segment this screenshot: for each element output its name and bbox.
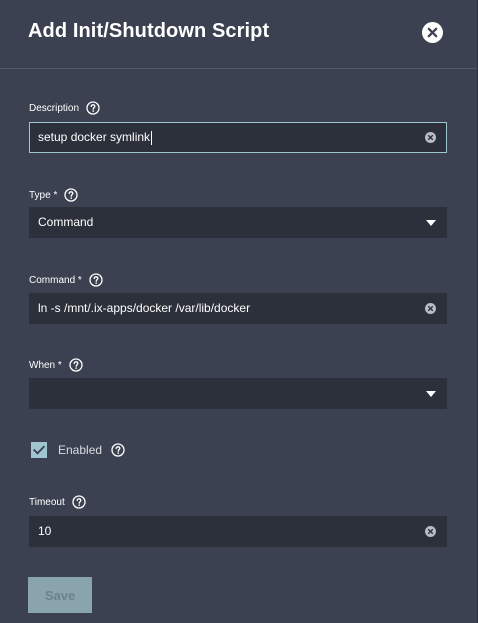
when-label-row: When * (29, 357, 83, 373)
clear-icon[interactable] (425, 303, 436, 314)
save-button[interactable]: Save (28, 577, 92, 613)
when-label: When * (29, 359, 62, 371)
chevron-down-icon (426, 220, 436, 226)
clear-icon[interactable] (425, 526, 436, 537)
type-label: Type * (29, 189, 58, 201)
type-label-row: Type * (29, 187, 79, 203)
description-label: Description (29, 102, 80, 114)
description-input[interactable]: setup docker symlink (29, 122, 447, 153)
enabled-checkbox[interactable] (31, 442, 47, 458)
dialog-header: Add Init/Shutdown Script (0, 0, 477, 69)
check-icon (33, 445, 46, 455)
timeout-input[interactable]: 10 (29, 516, 447, 547)
timeout-value: 10 (38, 524, 52, 538)
help-icon[interactable] (111, 443, 125, 457)
chevron-down-icon (426, 391, 436, 397)
enabled-label-row: Enabled (58, 442, 125, 458)
type-select[interactable]: Command (29, 207, 447, 238)
help-icon[interactable] (86, 101, 100, 115)
description-value: setup docker symlink (38, 130, 151, 144)
when-select[interactable] (29, 378, 447, 409)
timeout-label-row: Timeout (29, 494, 86, 510)
command-label-row: Command * (29, 272, 103, 288)
timeout-label: Timeout (29, 496, 65, 508)
enabled-label[interactable]: Enabled (58, 443, 102, 457)
clear-icon[interactable] (425, 132, 436, 143)
type-value: Command (38, 215, 94, 229)
help-icon[interactable] (72, 495, 86, 509)
command-input[interactable]: ln -s /mnt/.ix-apps/docker /var/lib/dock… (29, 293, 447, 324)
close-icon (427, 27, 438, 38)
text-cursor (151, 130, 153, 145)
command-value: ln -s /mnt/.ix-apps/docker /var/lib/dock… (38, 301, 251, 315)
command-label: Command * (29, 274, 82, 286)
help-icon[interactable] (69, 358, 83, 372)
dialog-panel: Add Init/Shutdown Script Description set… (0, 0, 478, 623)
help-icon[interactable] (89, 273, 103, 287)
dialog-title: Add Init/Shutdown Script (28, 20, 270, 42)
help-icon[interactable] (64, 188, 79, 202)
description-label-row: Description (29, 100, 100, 116)
close-button[interactable] (422, 22, 443, 43)
